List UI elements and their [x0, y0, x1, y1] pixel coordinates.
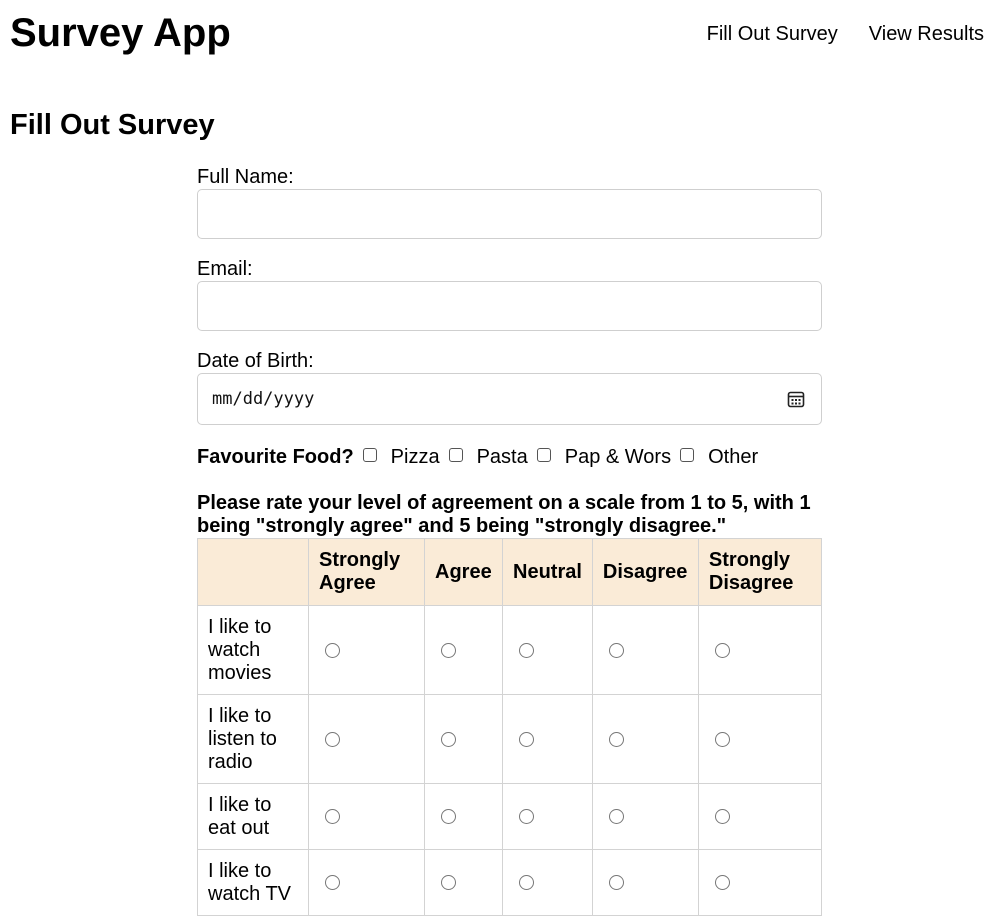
nav-fill-out-survey[interactable]: Fill Out Survey: [707, 22, 838, 46]
rating-row: I like to watch movies: [197, 605, 823, 695]
food-label-other: Other: [708, 446, 759, 468]
food-label-pizza: Pizza: [390, 446, 440, 468]
email-input[interactable]: [197, 281, 822, 331]
rating-header-agree: Agree: [424, 538, 503, 606]
page-title: Fill Out Survey: [10, 109, 215, 141]
rating-cell: [424, 694, 503, 784]
rating-cell: [502, 694, 593, 784]
radio-neutral[interactable]: [519, 875, 534, 891]
rating-header-neutral: Neutral: [502, 538, 593, 606]
food-checkbox-pizza[interactable]: [362, 448, 377, 462]
radio-neutral[interactable]: [519, 809, 534, 825]
dob-label: Date of Birth:: [197, 350, 314, 372]
dob-placeholder: mm/dd/yyyy: [212, 389, 315, 409]
food-checkbox-pasta[interactable]: [448, 448, 463, 462]
dob-input[interactable]: mm/dd/yyyy: [197, 373, 822, 425]
rating-header-disagree: Disagree: [591, 538, 699, 606]
rating-cell: [424, 605, 503, 695]
favourite-food-group: Favourite Food? Pizza Pasta Pap & Wors O…: [197, 445, 767, 469]
rating-cell: [308, 605, 425, 695]
rating-cell: [697, 849, 823, 916]
rating-header-blank: [197, 538, 309, 606]
app-header: Survey App Fill Out Survey View Results: [0, 0, 995, 70]
rating-row: I like to watch TV: [197, 849, 823, 916]
rating-statement: I like to watch TV: [197, 849, 309, 916]
rating-cell: [308, 849, 425, 916]
radio-strongly-disagree[interactable]: [714, 642, 730, 658]
rating-cell: [591, 605, 699, 695]
radio-disagree[interactable]: [608, 642, 624, 658]
radio-strongly-disagree[interactable]: [714, 731, 730, 747]
radio-strongly-agree[interactable]: [325, 809, 340, 825]
food-label-pap-wors: Pap & Wors: [564, 446, 672, 468]
rating-cell: [591, 694, 699, 784]
email-label: Email:: [197, 258, 253, 280]
favourite-food-question: Favourite Food?: [197, 446, 354, 468]
rating-cell: [697, 783, 823, 850]
rating-cell: [308, 694, 425, 784]
radio-disagree[interactable]: [608, 809, 624, 825]
radio-agree[interactable]: [441, 642, 456, 658]
rating-cell: [308, 783, 425, 850]
radio-strongly-agree[interactable]: [325, 642, 340, 658]
rating-row: I like to eat out: [197, 783, 823, 850]
full-name-label: Full Name:: [197, 166, 294, 188]
radio-agree[interactable]: [441, 809, 456, 825]
app-title: Survey App: [10, 11, 231, 55]
rating-header-strongly-agree: Strongly Agree: [308, 538, 425, 606]
rating-prompt: Please rate your level of agreement on a…: [197, 492, 811, 537]
rating-header-row: Strongly Agree Agree Neutral Disagree St…: [197, 538, 823, 606]
rating-cell: [591, 849, 699, 916]
top-nav: Fill Out Survey View Results: [707, 22, 984, 46]
rating-statement: I like to eat out: [197, 783, 309, 850]
radio-strongly-agree[interactable]: [325, 875, 340, 891]
food-checkbox-pap-wors[interactable]: [536, 448, 551, 462]
radio-neutral[interactable]: [519, 731, 534, 747]
radio-neutral[interactable]: [519, 642, 534, 658]
radio-strongly-disagree[interactable]: [714, 809, 730, 825]
radio-strongly-agree[interactable]: [325, 731, 340, 747]
calendar-icon[interactable]: [787, 390, 805, 408]
radio-agree[interactable]: [441, 875, 456, 891]
rating-cell: [424, 783, 503, 850]
rating-cell: [697, 694, 823, 784]
rating-cell: [591, 783, 699, 850]
nav-view-results[interactable]: View Results: [869, 22, 984, 46]
rating-cell: [502, 849, 593, 916]
rating-row: I like to listen to radio: [197, 694, 823, 784]
food-label-pasta: Pasta: [476, 446, 528, 468]
rating-statement: I like to listen to radio: [197, 694, 309, 784]
rating-header-strongly-disagree: Strongly Disagree: [697, 538, 823, 606]
radio-agree[interactable]: [441, 731, 456, 747]
rating-statement: I like to watch movies: [197, 605, 309, 695]
food-checkbox-other[interactable]: [680, 448, 695, 462]
radio-disagree[interactable]: [608, 875, 624, 891]
rating-cell: [424, 849, 503, 916]
survey-form: Full Name: Email: Date of Birth: mm/dd/y…: [197, 165, 823, 916]
rating-cell: [697, 605, 823, 695]
full-name-input[interactable]: [197, 189, 822, 239]
rating-cell: [502, 605, 593, 695]
rating-table: Strongly Agree Agree Neutral Disagree St…: [197, 538, 823, 916]
radio-strongly-disagree[interactable]: [714, 875, 730, 891]
radio-disagree[interactable]: [608, 731, 624, 747]
rating-cell: [502, 783, 593, 850]
